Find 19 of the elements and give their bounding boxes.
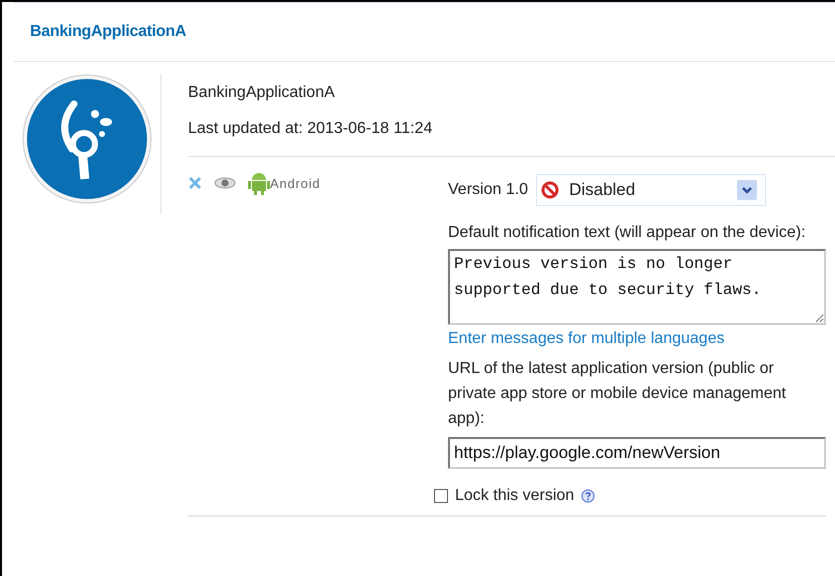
eye-icon[interactable] (214, 177, 236, 189)
lock-checkbox[interactable] (434, 489, 448, 503)
notification-textarea[interactable]: Previous version is no longer supported due to security flaws. (448, 249, 826, 325)
lock-label: Lock this version (455, 487, 574, 505)
app-title: BankingApplicationA (30, 23, 186, 41)
url-label: URL of the latest application version (public or private app store or mobile device management app): (448, 359, 787, 429)
last-updated-text: Last updated at: 2013-06-18 11:24 (188, 120, 434, 138)
android-icon (248, 171, 270, 195)
app-name: BankingApplicationA (188, 84, 336, 102)
url-input-field[interactable]: https://play.google.com/newVersion (448, 437, 826, 469)
platform-label: Android (270, 176, 320, 190)
notification-label: Default notification text (will appear on the device): (448, 223, 807, 243)
help-icon[interactable] (581, 489, 596, 503)
app-logo-icon (22, 74, 152, 204)
status-dropdown[interactable]: Disabled (536, 174, 766, 206)
prohibited-icon (541, 181, 560, 199)
version-label: Version 1.0 (448, 181, 528, 199)
caret-icon[interactable] (737, 180, 758, 200)
multiple-languages-link[interactable]: Enter messages for multiple languages (448, 330, 826, 348)
